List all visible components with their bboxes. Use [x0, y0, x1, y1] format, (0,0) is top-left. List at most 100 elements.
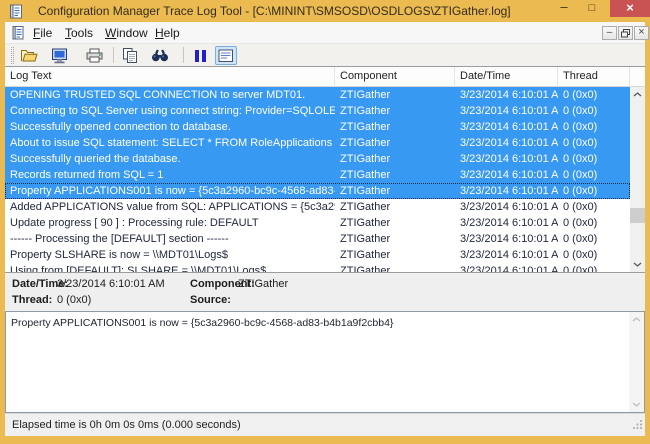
log-row[interactable]: OPENING TRUSTED SQL CONNECTION to server… [5, 87, 630, 103]
log-cell: ZTIGather [335, 167, 455, 183]
log-cell: Update progress [ 90 ] : Processing rule… [5, 215, 335, 231]
log-cell: Successfully opened connection to databa… [5, 119, 335, 135]
copy-icon[interactable] [119, 46, 141, 65]
scroll-down-icon[interactable] [630, 257, 645, 272]
log-cell: 0 (0x0) [558, 215, 630, 231]
log-cell: 0 (0x0) [558, 183, 630, 199]
log-cell: 3/23/2014 6:10:01 AM [455, 199, 558, 215]
log-cell: ZTIGather [335, 199, 455, 215]
column-header-logtext[interactable]: Log Text [5, 67, 335, 87]
log-cell: ZTIGather [335, 247, 455, 263]
status-bar: Elapsed time is 0h 0m 0s 0ms (0.000 seco… [5, 413, 645, 436]
computer-icon[interactable] [48, 46, 70, 65]
log-rows: OPENING TRUSTED SQL CONNECTION to server… [5, 87, 630, 272]
log-row[interactable]: Update progress [ 90 ] : Processing rule… [5, 215, 630, 231]
log-cell: 3/23/2014 6:10:01 AM [455, 151, 558, 167]
list-scrollbar[interactable] [630, 87, 645, 272]
scroll-up-icon[interactable] [630, 87, 645, 102]
toolbar-separator [113, 47, 114, 63]
title-bar[interactable]: Configuration Manager Trace Log Tool - [… [0, 0, 650, 22]
scroll-up-icon[interactable] [629, 312, 644, 327]
menu-window[interactable]: Window [101, 25, 152, 41]
log-cell: Using from [DEFAULT]: SLSHARE = \\MDT01\… [5, 263, 335, 272]
column-header-datetime[interactable]: Date/Time [455, 67, 558, 87]
log-cell: ZTIGather [335, 119, 455, 135]
log-cell: 3/23/2014 6:10:01 AM [455, 247, 558, 263]
log-cell: 0 (0x0) [558, 247, 630, 263]
close-button[interactable]: × [610, 0, 650, 17]
detail-thread-label: Thread: [12, 294, 52, 306]
list-header: Log Text Component Date/Time Thread [5, 67, 645, 87]
log-cell: ZTIGather [335, 215, 455, 231]
detail-pane: Date/Time: 3/23/2014 6:10:01 AM Componen… [5, 272, 645, 311]
log-cell: Successfully queried the database. [5, 151, 335, 167]
log-cell: OPENING TRUSTED SQL CONNECTION to server… [5, 87, 335, 103]
log-cell: 0 (0x0) [558, 87, 630, 103]
log-cell: 0 (0x0) [558, 231, 630, 247]
log-row[interactable]: Successfully queried the database.ZTIGat… [5, 151, 630, 167]
detail-source-label: Source: [190, 294, 231, 306]
highlight-detail-icon[interactable] [215, 46, 237, 65]
log-row[interactable]: About to issue SQL statement: SELECT * F… [5, 135, 630, 151]
log-cell: 3/23/2014 6:10:01 AM [455, 215, 558, 231]
mdi-close-button[interactable]: × [634, 26, 649, 40]
detail-text: Property APPLICATIONS001 is now = {5c3a2… [11, 317, 624, 329]
status-text: Elapsed time is 0h 0m 0s 0ms (0.000 seco… [12, 419, 241, 431]
log-cell: Property APPLICATIONS001 is now = {5c3a2… [5, 183, 335, 199]
log-cell: ZTIGather [335, 135, 455, 151]
menu-bar: File Tools Window Help – × [5, 22, 645, 44]
log-row[interactable]: Added APPLICATIONS value from SQL: APPLI… [5, 199, 630, 215]
resize-grip-icon[interactable] [633, 416, 643, 434]
maximize-button[interactable]: □ [580, 0, 604, 17]
log-cell: ZTIGather [335, 183, 455, 199]
menu-tools[interactable]: Tools [61, 25, 97, 41]
log-row[interactable]: Using from [DEFAULT]: SLSHARE = \\MDT01\… [5, 263, 630, 272]
detail-textbox[interactable]: Property APPLICATIONS001 is now = {5c3a2… [5, 311, 645, 413]
scroll-down-icon[interactable] [629, 397, 644, 412]
log-cell: 3/23/2014 6:10:01 AM [455, 167, 558, 183]
log-cell: 0 (0x0) [558, 103, 630, 119]
print-icon[interactable] [83, 46, 105, 65]
log-row[interactable]: Connecting to SQL Server using connect s… [5, 103, 630, 119]
toolbar [5, 44, 645, 67]
detail-thread-value: 0 (0x0) [57, 294, 91, 306]
pause-icon[interactable] [189, 46, 211, 65]
log-cell: ZTIGather [335, 263, 455, 272]
app-icon [9, 4, 23, 24]
menu-help[interactable]: Help [151, 25, 184, 41]
log-cell: 3/23/2014 6:10:01 AM [455, 231, 558, 247]
mdi-minimize-button[interactable]: – [602, 26, 617, 40]
log-cell: 3/23/2014 6:10:01 AM [455, 183, 558, 199]
open-file-icon[interactable] [18, 46, 40, 65]
log-cell: 3/23/2014 6:10:01 AM [455, 119, 558, 135]
textbox-scrollbar[interactable] [629, 312, 644, 412]
log-row[interactable]: Successfully opened connection to databa… [5, 119, 630, 135]
log-cell: 3/23/2014 6:10:01 AM [455, 87, 558, 103]
menu-file[interactable]: File [29, 25, 56, 41]
log-row[interactable]: Records returned from SQL = 1ZTIGather3/… [5, 167, 630, 183]
log-cell: About to issue SQL statement: SELECT * F… [5, 135, 335, 151]
detail-component-value: ZTIGather [238, 278, 288, 290]
log-cell: Property SLSHARE is now = \\MDT01\Logs$ [5, 247, 335, 263]
cmtrace-window: Configuration Manager Trace Log Tool - [… [0, 0, 650, 444]
detail-datetime-value: 3/23/2014 6:10:01 AM [57, 278, 165, 290]
column-header-thread[interactable]: Thread [558, 67, 630, 87]
log-cell: ------ Processing the [DEFAULT] section … [5, 231, 335, 247]
log-row[interactable]: Property SLSHARE is now = \\MDT01\Logs$Z… [5, 247, 630, 263]
toolbar-gripper[interactable] [11, 47, 14, 64]
column-header-component[interactable]: Component [335, 67, 455, 87]
log-cell: ZTIGather [335, 231, 455, 247]
log-cell: 3/23/2014 6:10:01 AM [455, 103, 558, 119]
log-row[interactable]: Property APPLICATIONS001 is now = {5c3a2… [5, 183, 630, 199]
log-cell: 0 (0x0) [558, 135, 630, 151]
minimize-button[interactable]: – [552, 0, 576, 17]
toolbar-separator [183, 47, 184, 63]
log-cell: Connecting to SQL Server using connect s… [5, 103, 335, 119]
log-cell: Records returned from SQL = 1 [5, 167, 335, 183]
scrollbar-thumb[interactable] [630, 208, 645, 223]
log-row[interactable]: ------ Processing the [DEFAULT] section … [5, 231, 630, 247]
find-icon[interactable] [149, 46, 171, 65]
log-cell: 0 (0x0) [558, 119, 630, 135]
log-cell: 0 (0x0) [558, 167, 630, 183]
mdi-restore-button[interactable] [618, 26, 633, 40]
